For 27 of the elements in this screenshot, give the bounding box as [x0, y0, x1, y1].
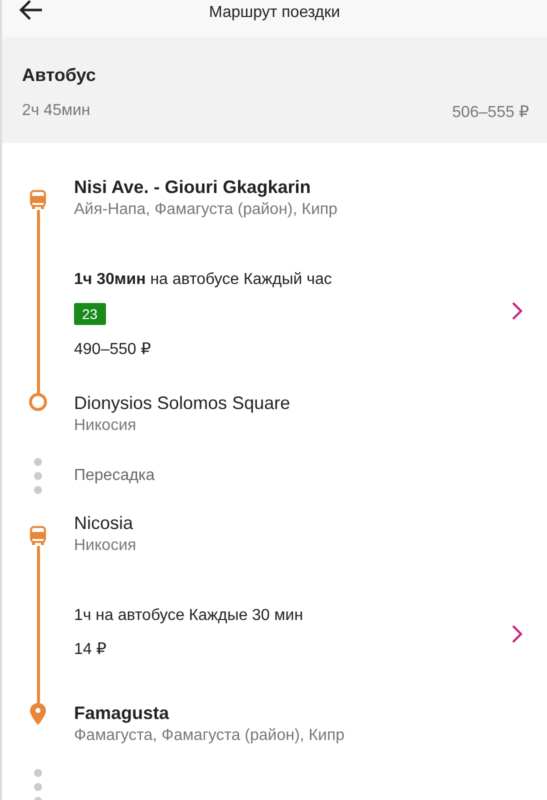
stop-place: Айя-Напа, Фамагуста (район), Кипр [74, 200, 338, 220]
stop-name: Dionysios Solomos Square [74, 392, 292, 415]
total-duration: 2ч 45мин [22, 102, 90, 121]
stop-place: Фамагуста, Фамагуста (район), Кипр [74, 726, 346, 746]
dot-icon [34, 769, 42, 777]
route-number: 23 [74, 303, 106, 325]
stop-place: Никосия [74, 536, 138, 556]
leg-price: 490–550 ₽ [74, 340, 152, 359]
stop-name: Famagusta [74, 702, 170, 725]
leg-description: 1ч 30мин на автобусе Каждый час [74, 270, 333, 289]
stop-circle-icon [29, 393, 47, 411]
bus-icon [30, 190, 46, 210]
dot-icon [34, 486, 42, 494]
bus-icon [30, 526, 46, 546]
dot-icon [34, 458, 42, 466]
dot-icon [34, 472, 42, 480]
dot-icon [34, 783, 42, 791]
stop-name: Nicosia [74, 512, 134, 535]
leg-price: 14 ₽ [74, 640, 108, 659]
location-pin-icon [30, 703, 46, 725]
stop-name: Nisi Ave. - Giouri Gkagkarin [74, 176, 312, 199]
leg-description: 1ч на автобусе Каждые 30 мин [74, 606, 304, 625]
screen-title: Маршрут поездки [209, 4, 340, 22]
transport-mode: Автобус [22, 65, 97, 86]
transfer-label: Пересадка [74, 467, 156, 485]
total-price: 506–555 ₽ [452, 103, 529, 122]
stop-place: Никосия [74, 416, 138, 436]
